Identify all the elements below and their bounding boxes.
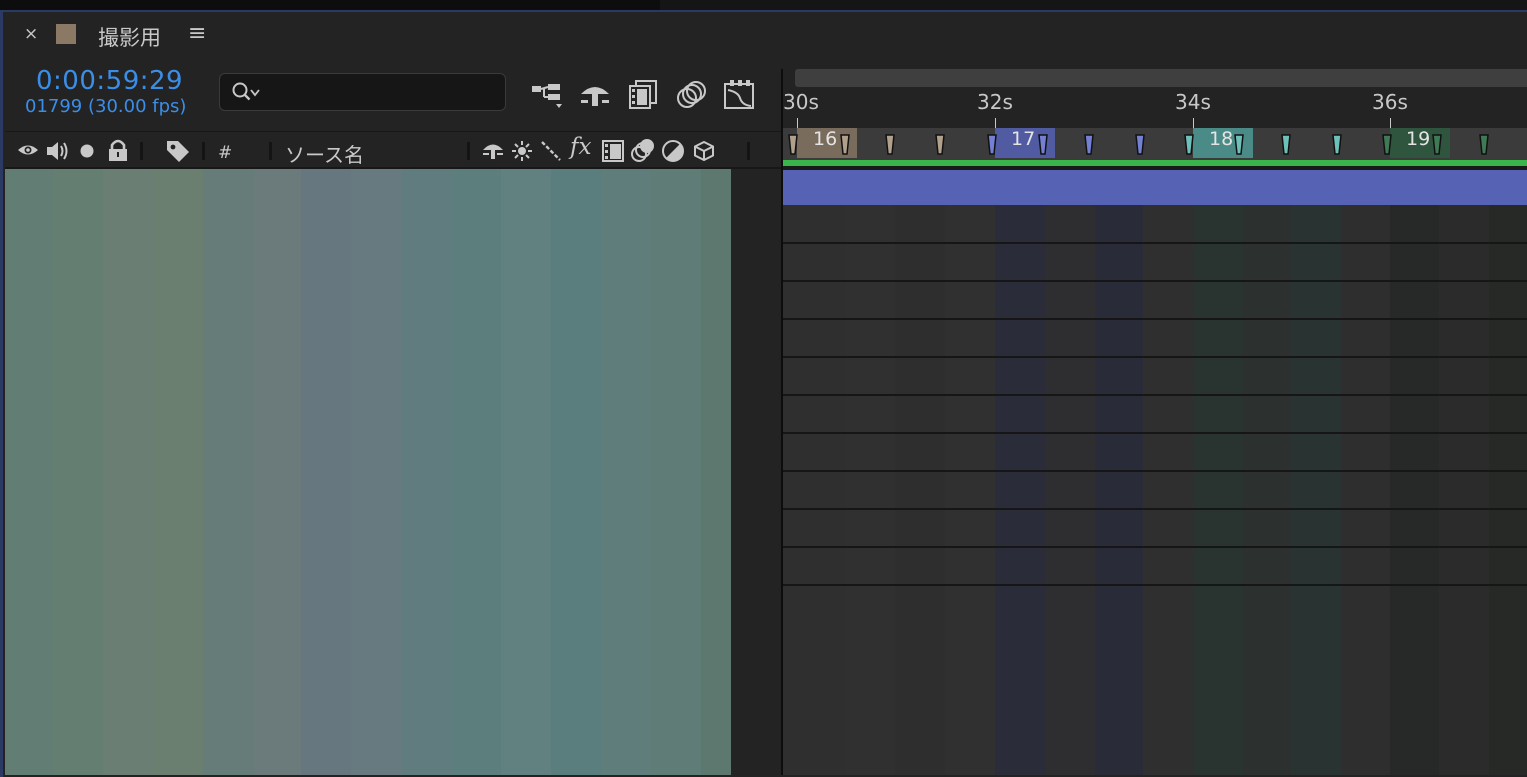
ruler-tick [797, 118, 798, 128]
close-tab-button[interactable]: × [24, 24, 38, 44]
panel-focus-border [0, 12, 3, 777]
effects-icon[interactable]: fx [570, 134, 591, 160]
track-stripe [1489, 205, 1527, 775]
track-stripe [895, 205, 945, 775]
column-separator[interactable] [140, 142, 143, 160]
shy-layers-icon[interactable] [578, 78, 612, 112]
layer-area [501, 169, 551, 775]
tick-label: 34s [1175, 90, 1211, 114]
label-tag-icon[interactable] [165, 138, 191, 168]
layer-area [5, 169, 53, 775]
layer-area [153, 169, 203, 775]
ruler-tick [995, 118, 996, 128]
track-stripe [1193, 205, 1243, 775]
layer-area [601, 169, 651, 775]
frame-count-display: 01799 (30.00 fps) [25, 96, 187, 117]
marker-track[interactable]: 16 17 18 19 [783, 128, 1527, 162]
layer-area [53, 169, 103, 775]
ruler-tick [1193, 118, 1194, 128]
track-stripe [995, 205, 1045, 775]
layer-area [701, 169, 731, 775]
track-stripe [1143, 205, 1193, 775]
track-stripe [1390, 205, 1439, 775]
track-row-line [783, 394, 1527, 396]
eye-icon[interactable] [17, 140, 39, 164]
audio-icon[interactable] [45, 140, 71, 166]
layer-search-box[interactable] [219, 73, 506, 111]
layer-tracks[interactable] [783, 205, 1527, 775]
track-row-line [783, 280, 1527, 282]
time-navigator[interactable] [795, 69, 1527, 87]
layer-list[interactable] [5, 169, 781, 775]
adjustment-layer-icon[interactable] [661, 139, 685, 167]
column-separator[interactable] [202, 142, 205, 160]
window-top-strip-right [660, 0, 1527, 10]
track-row-line [783, 546, 1527, 548]
column-separator[interactable] [269, 142, 272, 160]
motion-blur-icon[interactable] [674, 78, 708, 112]
hamburger-icon[interactable]: ≡ [188, 21, 206, 46]
track-stripe [1341, 205, 1390, 775]
shy-icon[interactable] [480, 139, 506, 165]
layer-area [551, 169, 601, 775]
layer-number-column[interactable]: # [218, 143, 232, 163]
lock-icon[interactable] [107, 138, 129, 166]
graph-editor-icon[interactable] [722, 78, 756, 112]
tick-label: 36s [1372, 90, 1408, 114]
track-row-line [783, 318, 1527, 320]
track-stripe [1439, 205, 1489, 775]
keyframe-markers[interactable] [783, 132, 1527, 160]
layer-area [301, 169, 351, 775]
collapse-icon[interactable] [511, 140, 533, 166]
window-top-strip [0, 0, 1527, 10]
search-icon[interactable] [230, 80, 264, 108]
layer-area [351, 169, 401, 775]
layer-area [451, 169, 501, 775]
source-name-column[interactable]: ソース名 [285, 139, 364, 168]
track-stripe [1291, 205, 1341, 775]
ruler-tick [1390, 118, 1391, 128]
track-stripe [783, 205, 845, 775]
layer-area [253, 169, 301, 775]
track-row-line [783, 584, 1527, 586]
tick-label: 30s [783, 90, 819, 114]
motion-blur-icon[interactable] [630, 137, 656, 167]
composition-tab-title[interactable]: 撮影用 [98, 22, 161, 52]
layer-column-header: # ソース名 fx [5, 131, 781, 169]
track-stripe [845, 205, 895, 775]
layer-area [203, 169, 253, 775]
current-time-display[interactable]: 0:00:59:29 [36, 66, 183, 96]
track-stripe [1095, 205, 1143, 775]
layer-area [103, 169, 153, 775]
solo-icon[interactable] [79, 143, 95, 163]
column-separator[interactable] [747, 142, 750, 160]
frame-blend-icon[interactable] [601, 139, 625, 167]
layer-area [401, 169, 451, 775]
quality-icon[interactable] [540, 140, 562, 166]
layer-area [651, 169, 701, 775]
search-input[interactable] [264, 78, 498, 108]
tick-label: 32s [977, 90, 1013, 114]
composition-flowchart-icon[interactable] [530, 78, 564, 112]
track-row-line [783, 432, 1527, 434]
track-row-line [783, 470, 1527, 472]
time-ruler[interactable]: 30s 32s 34s 36s [783, 88, 1527, 128]
composition-label-swatch [56, 24, 76, 44]
column-separator[interactable] [467, 142, 470, 160]
track-stripe [1243, 205, 1291, 775]
track-row-line [783, 242, 1527, 244]
track-row-line [783, 508, 1527, 510]
frame-blending-icon[interactable] [626, 78, 660, 112]
track-stripe [945, 205, 995, 775]
3d-layer-icon[interactable] [693, 140, 715, 166]
layer-duration-bar[interactable] [783, 170, 1527, 205]
track-row-line [783, 356, 1527, 358]
track-stripe [1045, 205, 1095, 775]
